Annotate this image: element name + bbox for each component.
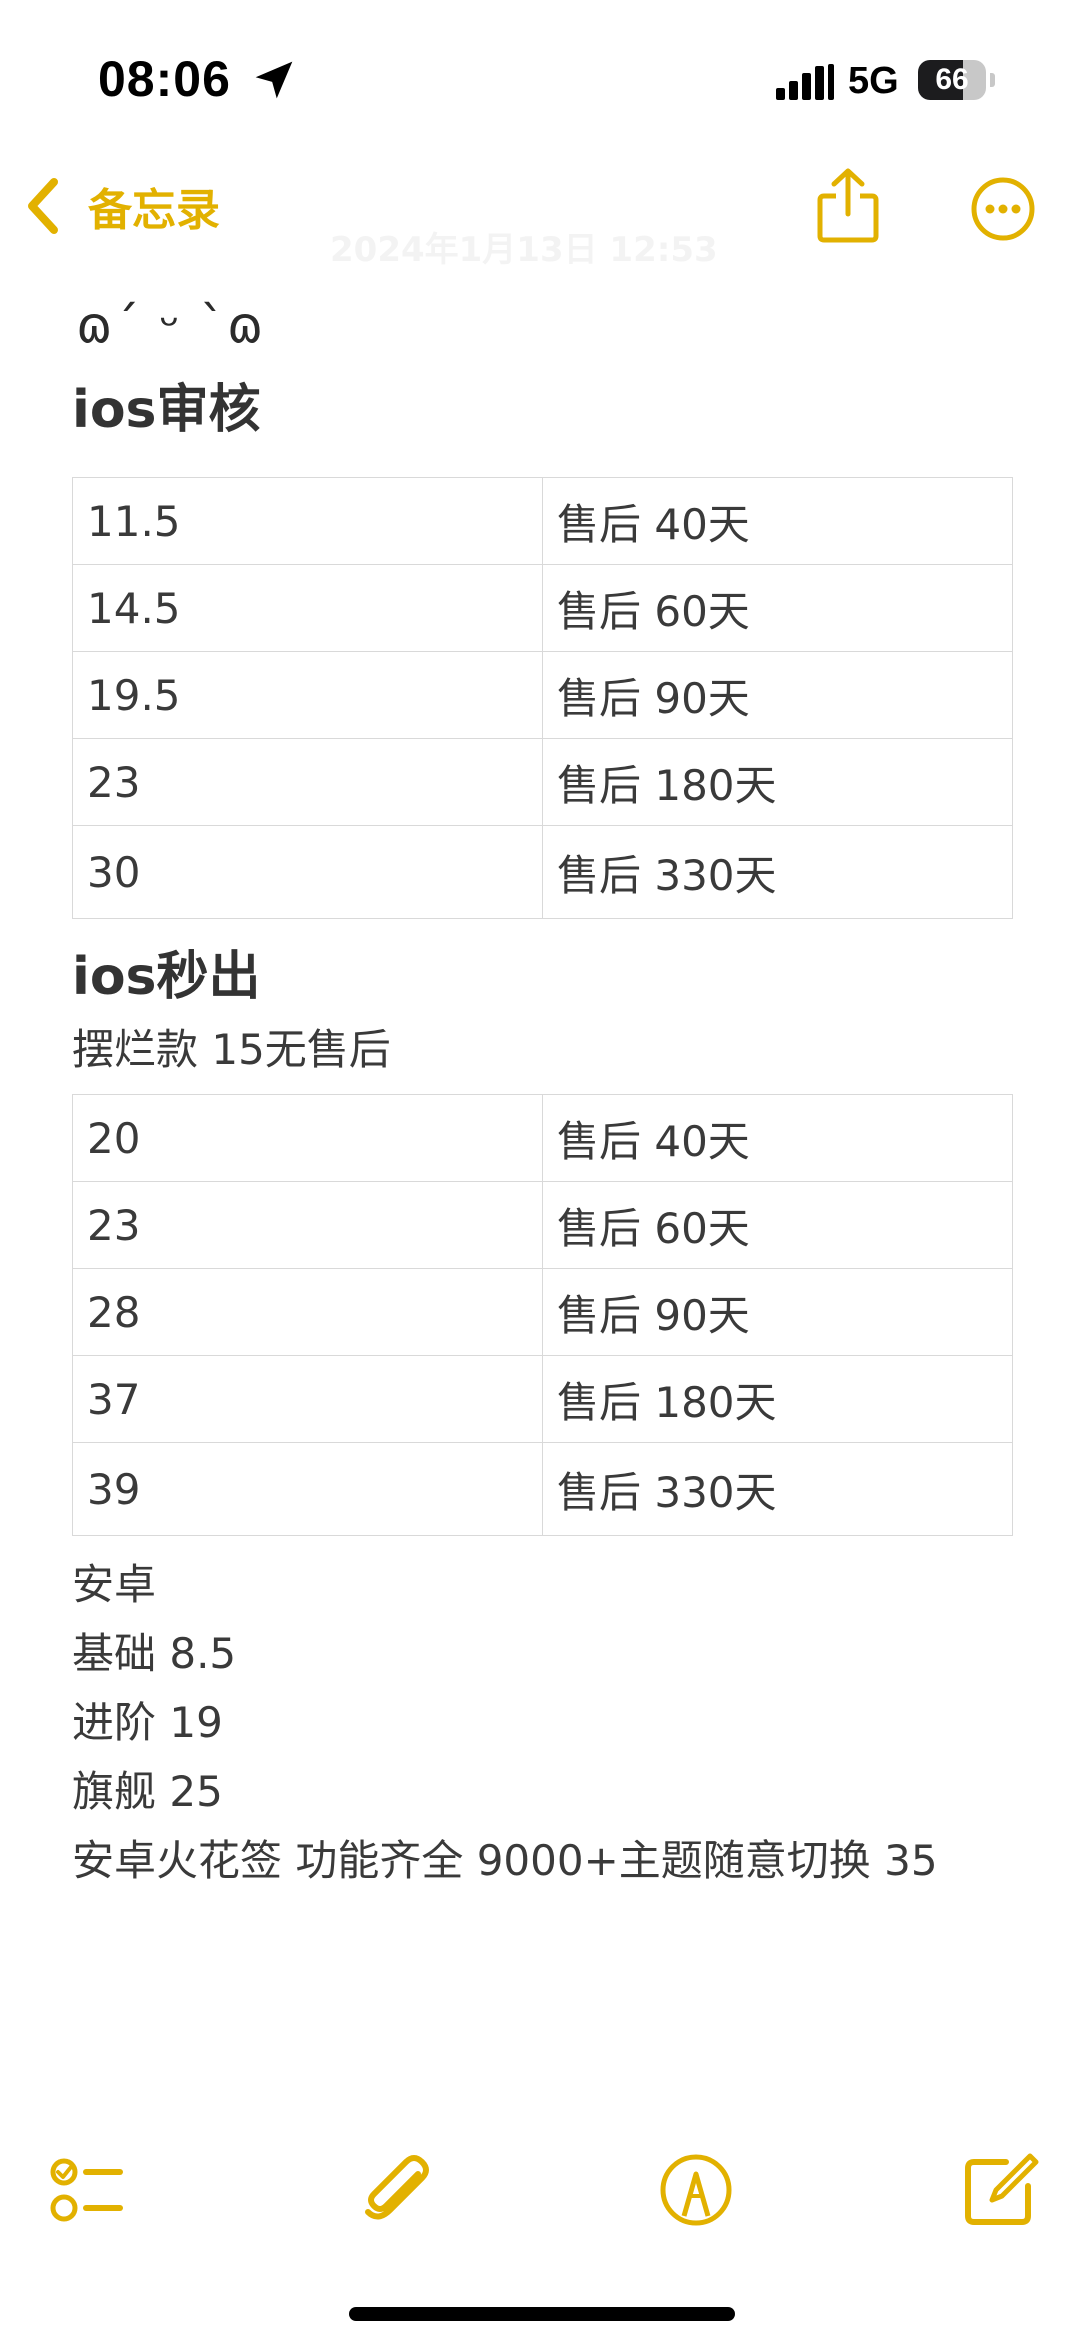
- table-row: 39 售后 330天: [72, 1442, 1013, 1536]
- share-icon[interactable]: [816, 168, 880, 244]
- kaomoji: ɷ´ ᵕ `ɷ: [76, 296, 266, 354]
- table-cell-price[interactable]: 23: [72, 1181, 543, 1269]
- location-arrow-icon: [255, 61, 293, 99]
- table-cell-price[interactable]: 28: [72, 1268, 543, 1356]
- table-cell-warranty[interactable]: 售后 90天: [542, 1268, 1013, 1356]
- table-row: 30 售后 330天: [72, 825, 1013, 919]
- table-cell-price[interactable]: 14.5: [72, 564, 543, 652]
- chevron-left-icon: [28, 178, 58, 234]
- list-item: 进阶 19: [72, 1698, 223, 1747]
- signal-bars-icon: [776, 64, 834, 100]
- table-cell-warranty[interactable]: 售后 60天: [542, 564, 1013, 652]
- back-label: 备忘录: [88, 185, 220, 236]
- table-cell-price[interactable]: 37: [72, 1355, 543, 1443]
- table-cell-warranty[interactable]: 售后 90天: [542, 651, 1013, 739]
- battery-icon: 66: [918, 60, 986, 100]
- compose-icon[interactable]: [960, 2150, 1040, 2230]
- table-cell-price[interactable]: 19.5: [72, 651, 543, 739]
- table-row: 23 售后 180天: [72, 738, 1013, 826]
- table-cell-warranty[interactable]: 售后 330天: [542, 1442, 1013, 1536]
- list-item: 旗舰 25: [72, 1767, 223, 1816]
- markup-pen-icon[interactable]: [656, 2150, 736, 2230]
- home-indicator: [349, 2307, 735, 2321]
- paperclip-icon[interactable]: [356, 2150, 436, 2230]
- table-row: 11.5 售后 40天: [72, 477, 1013, 565]
- checklist-icon[interactable]: [46, 2150, 126, 2230]
- table-cell-price[interactable]: 11.5: [72, 477, 543, 565]
- table-cell-warranty[interactable]: 售后 180天: [542, 738, 1013, 826]
- status-bar: 08:06 5G 66: [0, 0, 1080, 150]
- table-row: 14.5 售后 60天: [72, 564, 1013, 652]
- note-date-title: 2024年1月13日 12:53: [330, 230, 718, 270]
- list-item: 安卓: [72, 1560, 157, 1609]
- table-cell-warranty[interactable]: 售后 60天: [542, 1181, 1013, 1269]
- battery-cap: [990, 73, 995, 87]
- table-row: 23 售后 60天: [72, 1181, 1013, 1269]
- table-row: 28 售后 90天: [72, 1268, 1013, 1356]
- subtitle-basic: 摆烂款 15无售后: [72, 1025, 391, 1074]
- table-cell-warranty[interactable]: 售后 40天: [542, 477, 1013, 565]
- table-row: 20 售后 40天: [72, 1094, 1013, 1182]
- table-cell-price[interactable]: 23: [72, 738, 543, 826]
- back-button[interactable]: 备忘录: [22, 170, 220, 242]
- table-row: 37 售后 180天: [72, 1355, 1013, 1443]
- android-section: 安卓 基础 8.5 进阶 19 旗舰 25 安卓火花签 功能齐全 9000+主题…: [72, 1550, 1012, 1895]
- table-cell-price[interactable]: 30: [72, 825, 543, 919]
- table-ios-review[interactable]: 11.5 售后 40天 14.5 售后 60天 19.5 售后 90天 23 售…: [72, 477, 1013, 919]
- status-time: 08:06: [98, 51, 231, 107]
- list-item: 安卓火花签 功能齐全 9000+主题随意切换 35: [72, 1836, 938, 1885]
- table-cell-price[interactable]: 39: [72, 1442, 543, 1536]
- list-item: 基础 8.5: [72, 1629, 237, 1678]
- ellipsis-circle-icon[interactable]: [970, 176, 1036, 242]
- table-cell-price[interactable]: 20: [72, 1094, 543, 1182]
- table-ios-instant[interactable]: 20 售后 40天 23 售后 60天 28 售后 90天 37 售后 180天…: [72, 1094, 1013, 1536]
- table-cell-warranty[interactable]: 售后 40天: [542, 1094, 1013, 1182]
- table-cell-warranty[interactable]: 售后 330天: [542, 825, 1013, 919]
- heading-ios-review: ios审核: [72, 380, 261, 440]
- network-type: 5G: [848, 60, 899, 102]
- table-cell-warranty[interactable]: 售后 180天: [542, 1355, 1013, 1443]
- heading-ios-instant: ios秒出: [72, 947, 261, 1007]
- note-body[interactable]: ɷ´ ᵕ `ɷ ios审核 11.5 售后 40天 14.5 售后 60天 19…: [72, 280, 1013, 1895]
- table-row: 19.5 售后 90天: [72, 651, 1013, 739]
